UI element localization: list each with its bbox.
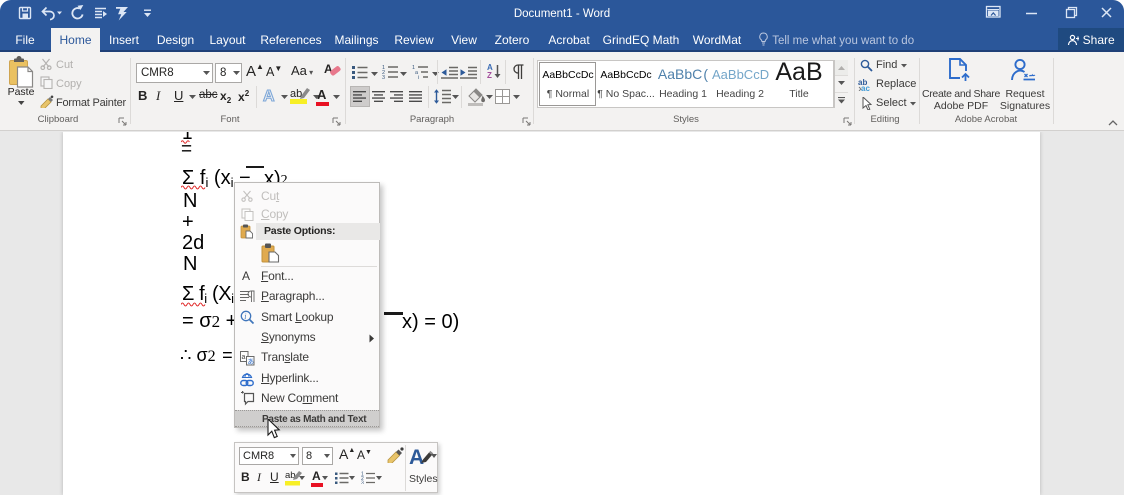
svg-text:Z: Z bbox=[487, 71, 492, 79]
svg-text:3: 3 bbox=[361, 481, 364, 485]
svg-text:ac: ac bbox=[861, 84, 870, 91]
svg-text:i: i bbox=[418, 75, 419, 79]
svg-text:3: 3 bbox=[382, 75, 385, 79]
svg-text:i: i bbox=[244, 312, 246, 321]
svg-text:A: A bbox=[263, 88, 275, 104]
svg-text:あ: あ bbox=[248, 358, 254, 366]
svg-text:A: A bbox=[409, 446, 424, 469]
svg-text:Document1 - Word: Document1 - Word bbox=[514, 8, 610, 20]
svg-text:a: a bbox=[242, 354, 246, 361]
